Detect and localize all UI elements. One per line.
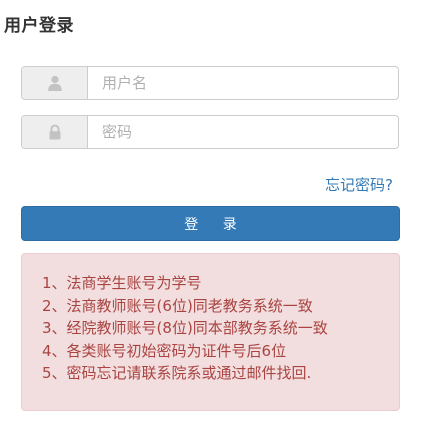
forgot-password-link[interactable]: 忘记密码? [325,174,393,195]
notice-line: 5、密码忘记请联系院系或通过邮件找回. [42,364,312,382]
lock-icon [22,116,88,148]
page-title: 用户登录 [4,16,74,36]
user-icon [22,67,88,99]
notice-line: 4、各类账号初始密码为证件号后6位 [42,341,287,360]
username-input[interactable] [88,67,398,99]
login-button[interactable]: 登 录 [21,206,400,241]
notice-line: 3、经院教师账号(8位)同本部教务系统一致 [42,319,328,337]
username-input-group [21,66,399,100]
notice-line: 2、法商教师账号(6位)同老教务系统一致 [42,296,313,315]
password-input-group [21,115,399,149]
notice-line: 1、法商学生账号为学号 [42,274,202,292]
notice-alert: 1、法商学生账号为学号 2、法商教师账号(6位)同老教务系统一致 3、经院教师账… [21,253,400,411]
password-input[interactable] [88,116,398,148]
